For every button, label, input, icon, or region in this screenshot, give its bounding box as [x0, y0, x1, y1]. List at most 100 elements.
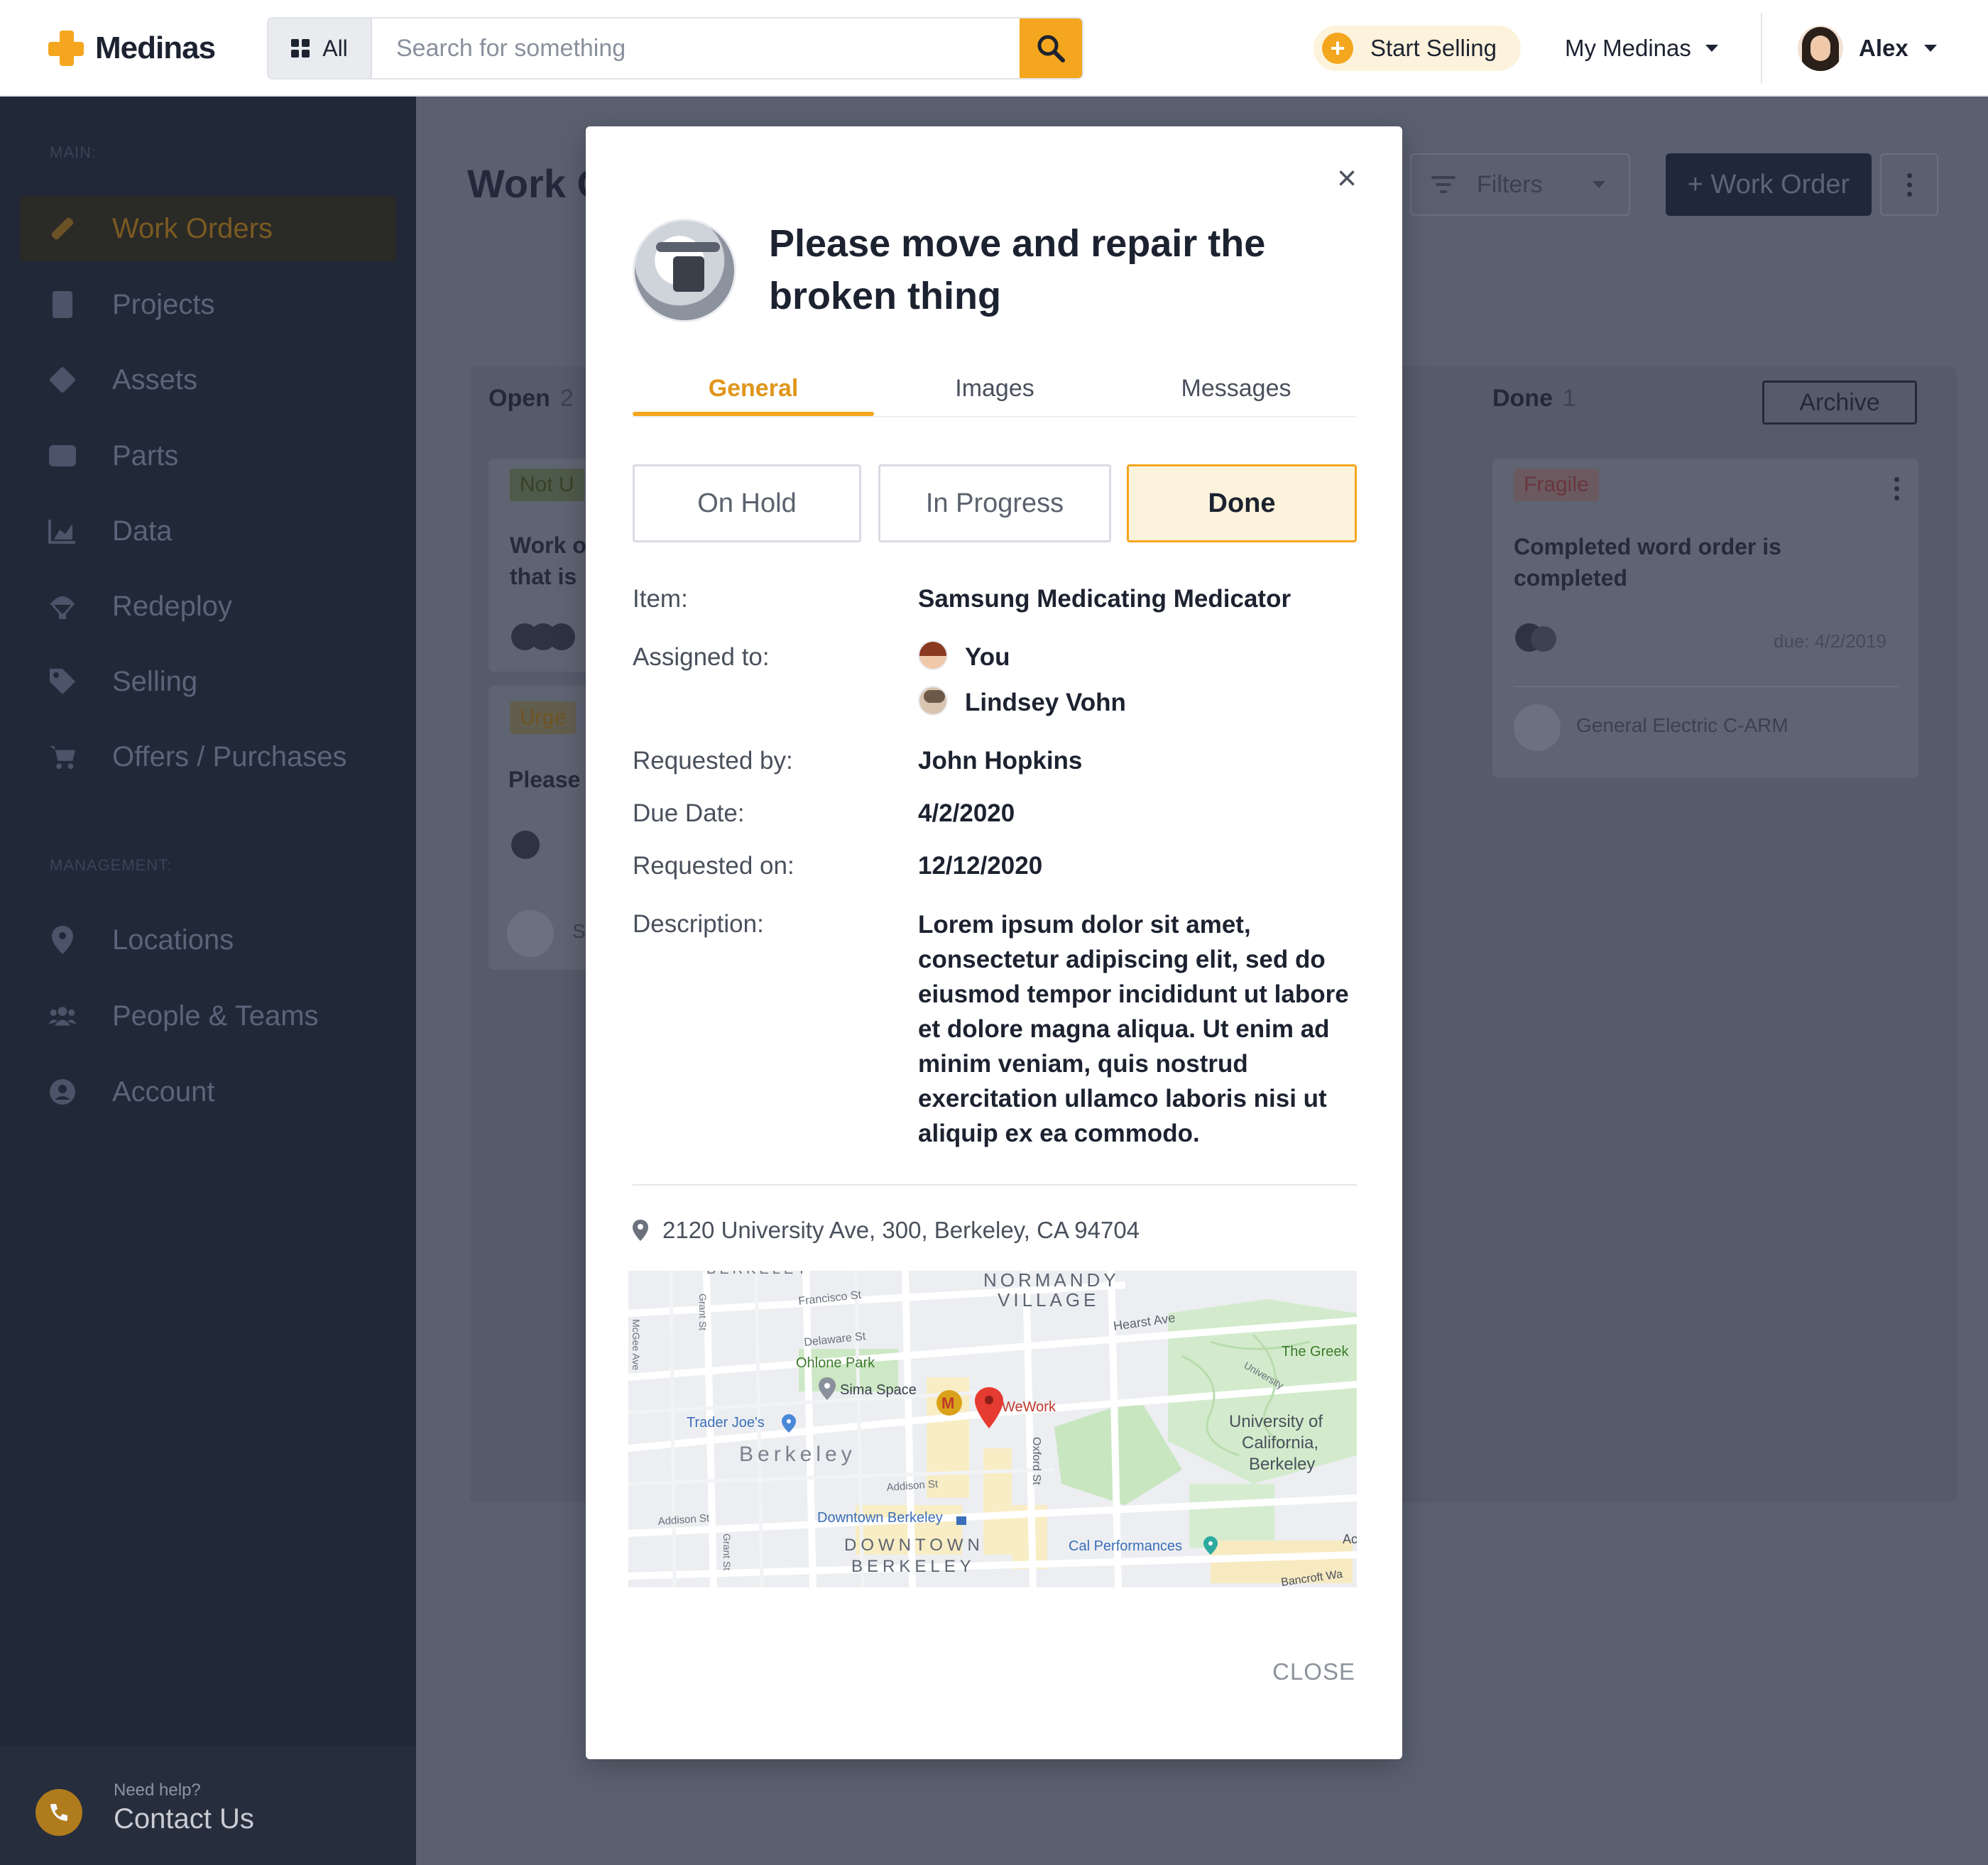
asset-name: S	[572, 920, 586, 942]
requested-on-value: 12/12/2020	[918, 852, 1043, 880]
map-label: VILLAGE	[998, 1289, 1099, 1311]
sidebar-item-label: Offers / Purchases	[112, 740, 347, 772]
users-icon	[48, 1002, 77, 1030]
sidebar-item-label: Work Orders	[112, 212, 273, 244]
contact-us-link[interactable]: Contact Us	[114, 1803, 254, 1835]
asset-thumbnail	[633, 219, 736, 322]
cubes-icon	[48, 442, 77, 470]
avatar	[1798, 26, 1843, 71]
asset-thumbnail	[507, 910, 554, 957]
sidebar-item-people-teams[interactable]: People & Teams	[20, 983, 396, 1049]
map-label: Downtown Berkeley	[817, 1510, 943, 1526]
assigned-label: Assigned to:	[633, 643, 770, 671]
status-in-progress-button[interactable]: In Progress	[878, 464, 1111, 542]
avatar	[918, 640, 948, 670]
sidebar-item-offers-purchases[interactable]: Offers / Purchases	[20, 724, 396, 789]
grid-icon	[291, 39, 310, 58]
item-value: Samsung Medicating Medicator	[918, 585, 1291, 613]
cart-icon	[48, 743, 77, 771]
top-bar: Medinas All + Start Selling My Medinas A…	[0, 0, 1988, 97]
due-date: due: 4/2/2019	[1774, 630, 1887, 652]
user-name: Alex	[1859, 35, 1908, 61]
user-menu[interactable]: Alex	[1798, 21, 1937, 75]
my-medinas-menu[interactable]: My Medinas	[1565, 26, 1718, 71]
chevron-down-icon	[1705, 45, 1718, 52]
map-label: McGee Ave	[630, 1319, 642, 1370]
sidebar-item-selling[interactable]: Selling	[20, 649, 396, 714]
plus-icon: +	[1322, 33, 1353, 64]
map-label: Sima Space	[840, 1382, 917, 1398]
help-caption: Need help?	[114, 1781, 201, 1800]
map-label: Grant St	[721, 1533, 733, 1570]
status-badge: Urge	[510, 701, 577, 734]
sidebar-item-locations[interactable]: Locations	[20, 907, 396, 973]
map-label: California,	[1242, 1433, 1318, 1453]
medinas-cross-icon	[45, 28, 87, 69]
map-label: Ac	[1343, 1532, 1357, 1546]
address-line: 2120 University Ave, 300, Berkeley, CA 9…	[633, 1213, 1140, 1248]
sidebar-item-redeploy[interactable]: Redeploy	[20, 574, 396, 639]
map-label: Grant St	[697, 1294, 709, 1330]
sidebar-item-data[interactable]: Data	[20, 498, 396, 564]
clipboard-icon	[48, 290, 77, 319]
avatar	[1531, 626, 1556, 652]
help-contact[interactable]: Need help? Contact Us	[0, 1746, 416, 1865]
status-badge: Fragile	[1514, 469, 1599, 501]
add-work-order-button[interactable]: + Work Order	[1666, 153, 1872, 216]
brand-logo[interactable]: Medinas	[45, 26, 216, 71]
tab-general[interactable]: General	[633, 361, 874, 416]
sidebar-item-account[interactable]: Account	[20, 1059, 396, 1125]
map-label: WeWork	[1002, 1399, 1056, 1415]
search-icon	[1037, 35, 1065, 62]
tag-icon	[48, 667, 77, 696]
description-label: Description:	[633, 910, 764, 938]
sidebar-item-label: Parts	[112, 439, 179, 471]
open-column-title: Open 2	[488, 385, 574, 412]
tab-images[interactable]: Images	[874, 361, 1115, 416]
sidebar-item-work-orders[interactable]: Work Orders	[20, 196, 396, 261]
close-button[interactable]: CLOSE	[1272, 1658, 1355, 1685]
map-label: DOWNTOWN	[844, 1536, 984, 1555]
status-on-hold-button[interactable]: On Hold	[633, 464, 861, 542]
map-label: Berkeley	[739, 1443, 856, 1466]
my-medinas-label: My Medinas	[1565, 35, 1691, 61]
map-label: Oxford St	[1030, 1437, 1042, 1485]
map-label: Trader Joe's	[687, 1415, 765, 1431]
sidebar-item-label: People & Teams	[112, 1000, 319, 1032]
search-input[interactable]	[372, 18, 1020, 78]
map-label: The Greek	[1282, 1344, 1349, 1360]
search-button[interactable]	[1020, 18, 1082, 78]
phone-icon	[36, 1789, 82, 1836]
card-title: Work o that is	[510, 532, 586, 589]
map-marker-icon	[48, 926, 77, 954]
work-order-modal: × Please move and repair the broken thin…	[586, 126, 1402, 1759]
item-label: Item:	[633, 585, 688, 613]
description-value: Lorem ipsum dolor sit amet, consectetur …	[918, 911, 1349, 1147]
modal-title: Please move and repair the broken thing	[769, 222, 1266, 317]
card-title: Please	[508, 767, 581, 792]
card-menu-icon[interactable]	[1886, 469, 1907, 508]
map-label: Cal Performances	[1069, 1538, 1182, 1554]
archive-button[interactable]: Archive	[1762, 381, 1917, 425]
more-options-button[interactable]	[1880, 153, 1938, 216]
sidebar-item-label: Locations	[112, 924, 234, 956]
location-map[interactable]: BERKELEY NORMANDY VILLAGE Francisco St D…	[628, 1271, 1357, 1587]
address-text: 2120 University Ave, 300, Berkeley, CA 9…	[662, 1217, 1140, 1243]
start-selling-button[interactable]: + Start Selling	[1314, 26, 1521, 71]
status-done-button[interactable]: Done	[1127, 464, 1357, 542]
sidebar-item-projects[interactable]: Projects	[20, 272, 396, 337]
sidebar-item-assets[interactable]: Assets	[20, 347, 396, 412]
search-scope-dropdown[interactable]: All	[268, 18, 372, 78]
close-icon[interactable]: ×	[1333, 162, 1361, 196]
sidebar-section-management: MANAGEMENT:	[50, 856, 173, 874]
modal-divider	[633, 1184, 1357, 1186]
filters-dropdown[interactable]: Filters	[1410, 153, 1630, 216]
parachute-icon	[48, 592, 77, 620]
map-label: BERKELEY	[706, 1271, 810, 1277]
tab-messages[interactable]: Messages	[1115, 361, 1357, 416]
assignee-name: You	[965, 643, 1010, 671]
sidebar-item-label: Redeploy	[112, 590, 233, 622]
sidebar-section-main: MAIN:	[50, 143, 97, 161]
filters-label: Filters	[1477, 170, 1543, 198]
sidebar-item-parts[interactable]: Parts	[20, 423, 396, 488]
